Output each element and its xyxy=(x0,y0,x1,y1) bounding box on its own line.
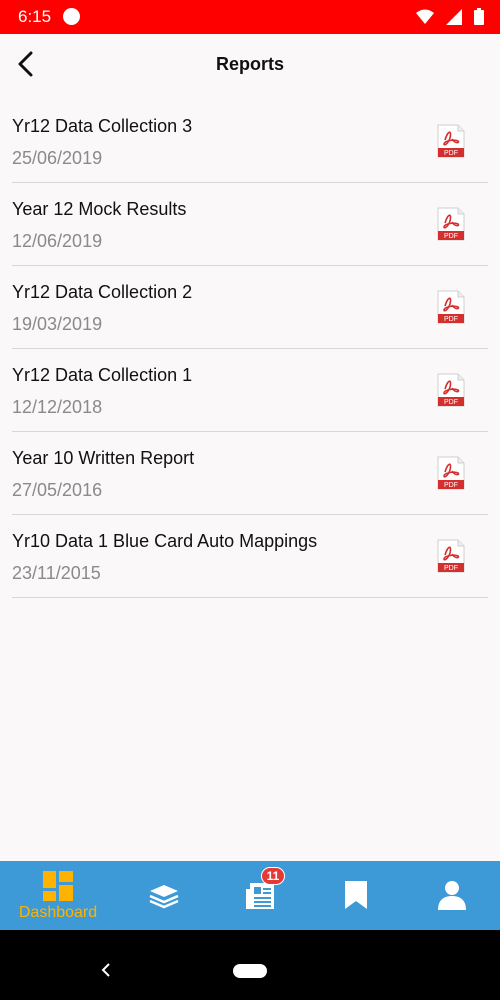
notification-badge: 11 xyxy=(261,867,285,885)
list-item[interactable]: Yr12 Data Collection 2 19/03/2019 PDF xyxy=(12,266,488,349)
svg-text:PDF: PDF xyxy=(444,233,458,240)
report-list: Yr12 Data Collection 3 25/06/2019 PDF Ye… xyxy=(12,100,488,598)
page-title: Reports xyxy=(215,54,284,74)
status-time: 6:15 xyxy=(18,7,52,26)
system-home-button[interactable] xyxy=(233,964,267,978)
report-date: 19/03/2019 xyxy=(12,314,103,334)
list-item[interactable]: Yr12 Data Collection 3 25/06/2019 PDF xyxy=(12,100,488,183)
chevron-left-icon xyxy=(101,963,110,977)
svg-text:PDF: PDF xyxy=(444,565,458,572)
profile-icon xyxy=(438,881,466,910)
report-date: 23/11/2015 xyxy=(12,563,101,583)
stack-icon xyxy=(149,885,179,909)
report-title: Year 12 Mock Results xyxy=(12,199,187,219)
app-header: Reports xyxy=(0,34,500,96)
pdf-icon[interactable]: PDF xyxy=(436,539,466,573)
system-nav-bar xyxy=(0,930,500,1000)
bottom-nav: Dashboard 11 xyxy=(0,861,500,930)
system-back-button[interactable] xyxy=(100,952,112,984)
report-title: Year 10 Written Report xyxy=(12,448,195,468)
signal-icon xyxy=(446,8,462,25)
svg-text:PDF: PDF xyxy=(444,482,458,489)
tab-news[interactable]: 11 xyxy=(210,861,310,930)
list-item[interactable]: Year 12 Mock Results 12/06/2019 PDF xyxy=(12,183,488,266)
pdf-icon[interactable]: PDF xyxy=(436,207,466,241)
tab-profile[interactable] xyxy=(402,861,500,930)
pdf-icon[interactable]: PDF xyxy=(436,373,466,407)
status-bar: 6:15 xyxy=(0,0,500,34)
tab-bookmarks[interactable] xyxy=(306,861,406,930)
dashboard-icon xyxy=(43,871,73,901)
battery-icon xyxy=(474,8,484,25)
report-title: Yr12 Data Collection 2 xyxy=(12,282,193,302)
newspaper-icon xyxy=(246,883,274,909)
svg-text:PDF: PDF xyxy=(444,316,458,323)
list-item[interactable]: Year 10 Written Report 27/05/2016 PDF xyxy=(12,432,488,515)
status-icons xyxy=(416,8,484,25)
report-title: Yr12 Data Collection 3 xyxy=(12,116,193,136)
svg-text:PDF: PDF xyxy=(444,399,458,406)
record-icon xyxy=(63,8,80,25)
report-date: 25/06/2019 xyxy=(12,148,103,168)
list-item[interactable]: Yr10 Data 1 Blue Card Auto Mappings 23/1… xyxy=(12,515,488,598)
report-title: Yr10 Data 1 Blue Card Auto Mappings xyxy=(12,531,318,551)
pdf-icon[interactable]: PDF xyxy=(436,290,466,324)
pdf-icon[interactable]: PDF xyxy=(436,124,466,158)
report-date: 12/06/2019 xyxy=(12,231,103,251)
tab-dashboard-label: Dashboard xyxy=(18,904,98,921)
report-date: 27/05/2016 xyxy=(12,480,103,500)
report-title: Yr12 Data Collection 1 xyxy=(12,365,193,385)
tab-stack[interactable] xyxy=(114,861,214,930)
bookmark-icon xyxy=(345,881,367,909)
pdf-icon[interactable]: PDF xyxy=(436,456,466,490)
list-item[interactable]: Yr12 Data Collection 1 12/12/2018 PDF xyxy=(12,349,488,432)
wifi-icon xyxy=(416,9,434,24)
report-date: 12/12/2018 xyxy=(12,397,103,417)
tab-dashboard[interactable]: Dashboard xyxy=(8,861,108,930)
svg-text:PDF: PDF xyxy=(444,150,458,157)
